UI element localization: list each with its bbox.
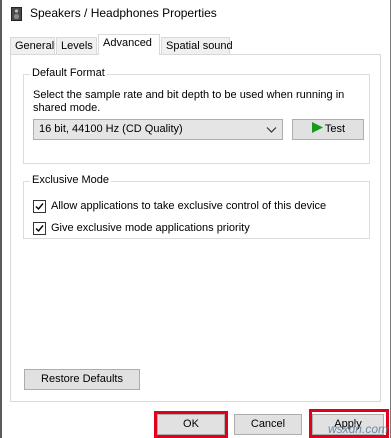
title-bar[interactable]: Speakers / Headphones Properties (2, 0, 390, 28)
exclusive-priority-checkbox[interactable] (33, 222, 46, 235)
cancel-button[interactable]: Cancel (234, 414, 302, 435)
exclusive-control-text: Allow applications to take exclusive con… (51, 200, 327, 212)
tab-advanced[interactable]: Advanced (98, 34, 160, 55)
test-button-label: Test (324, 123, 346, 135)
tab-general[interactable]: General (10, 37, 55, 54)
restore-defaults-button[interactable]: Restore Defaults (24, 369, 140, 390)
chevron-down-icon (266, 124, 277, 135)
tab-spatial-sound[interactable]: Spatial sound (161, 37, 233, 54)
test-button[interactable]: Test (292, 119, 364, 140)
speaker-icon (11, 7, 22, 21)
format-select-value: 16 bit, 44100 Hz (CD Quality) (39, 123, 183, 135)
tab-levels[interactable]: Levels (56, 37, 97, 54)
ok-button[interactable]: OK (157, 414, 225, 435)
default-format-group: Default Format Select the sample rate an… (23, 67, 370, 164)
advanced-panel: Default Format Select the sample rate an… (10, 54, 381, 402)
watermark: wsxdn.com (327, 422, 388, 436)
format-select[interactable]: 16 bit, 44100 Hz (CD Quality) (33, 119, 283, 140)
exclusive-mode-label: Exclusive Mode (30, 174, 112, 186)
default-format-label: Default Format (30, 67, 107, 79)
exclusive-priority-text: Give exclusive mode applications priorit… (51, 222, 250, 234)
exclusive-control-checkbox[interactable] (33, 200, 46, 213)
window-title: Speakers / Headphones Properties (30, 6, 217, 20)
window-border-left (0, 0, 2, 438)
default-format-description: Select the sample rate and bit depth to … (33, 89, 345, 114)
play-icon (311, 121, 323, 133)
exclusive-mode-group: Exclusive Mode Allow applications to tak… (23, 174, 370, 239)
